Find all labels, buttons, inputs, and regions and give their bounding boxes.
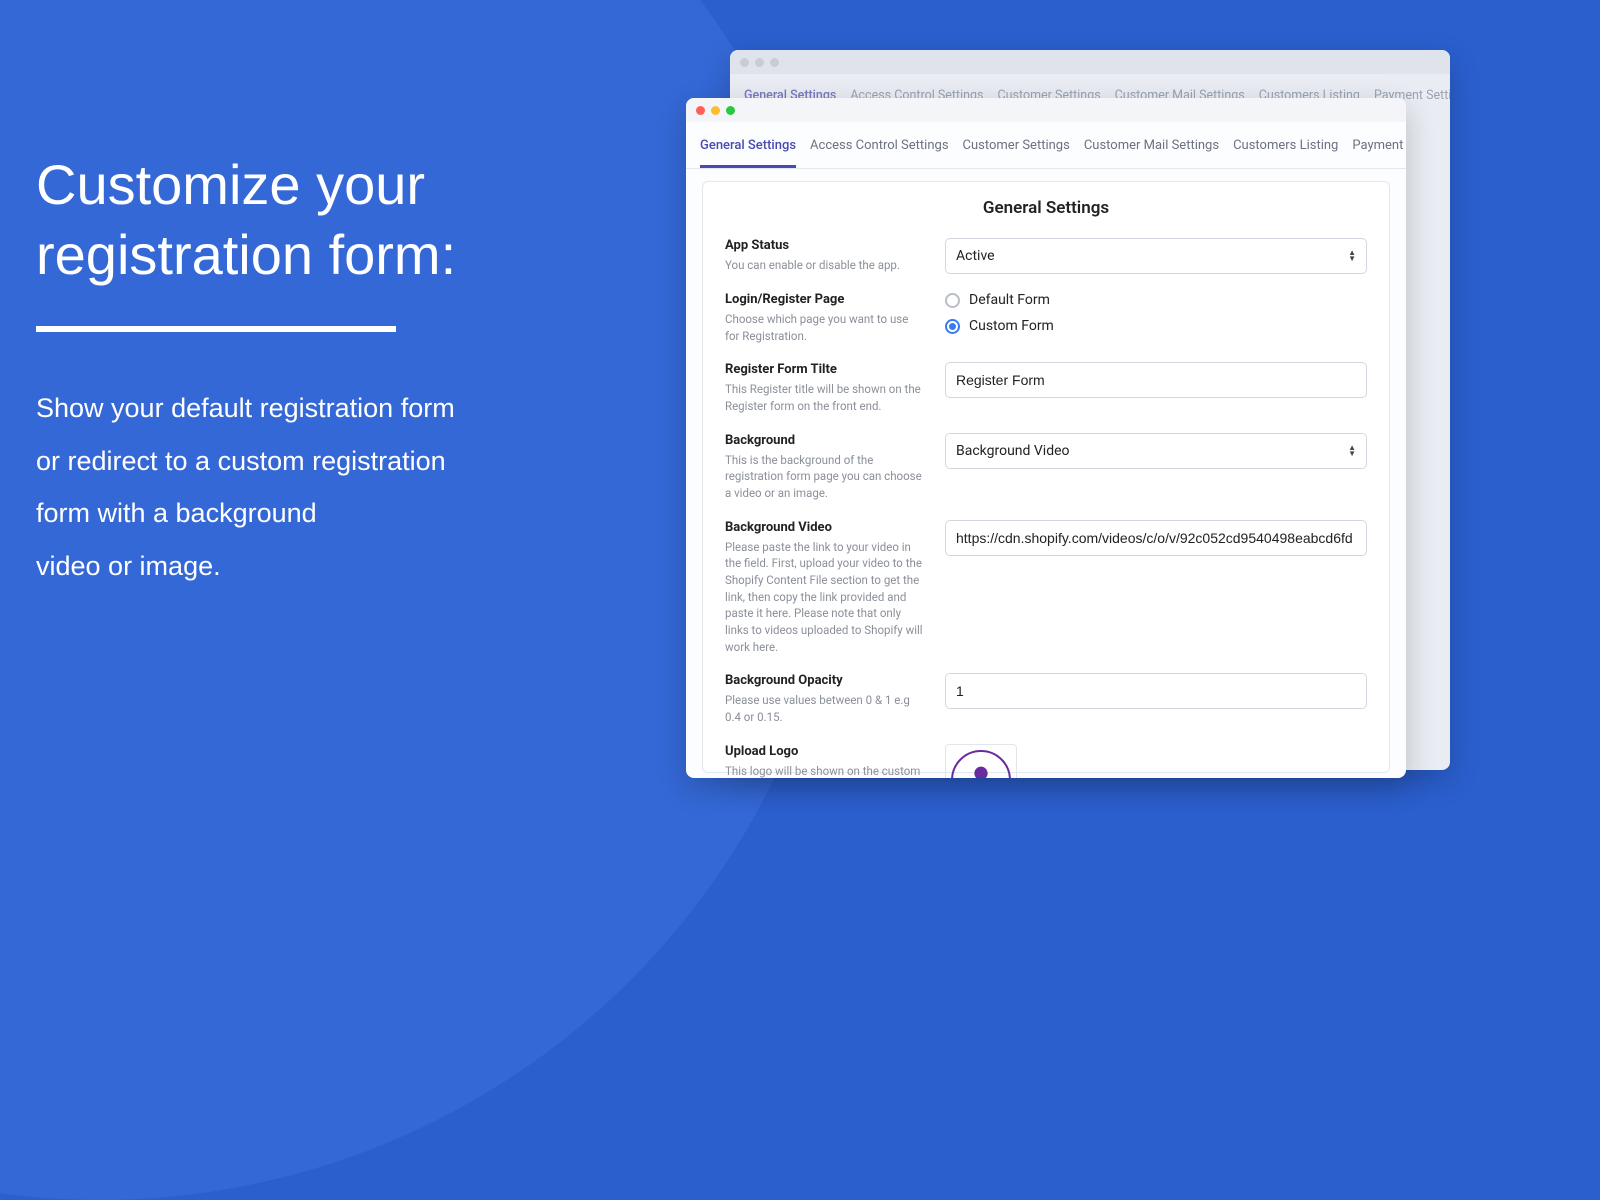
- traffic-light-close-icon[interactable]: [696, 106, 705, 115]
- tabs: General Settings Access Control Settings…: [686, 122, 1406, 169]
- settings-card: General Settings App Status You can enab…: [702, 181, 1390, 773]
- background-hint: This is the background of the registrati…: [725, 452, 925, 502]
- promo-heading: Customize your registration form:: [36, 150, 456, 290]
- promo-panel: Customize your registration form: Show y…: [36, 150, 456, 593]
- traffic-light-min-icon: [755, 58, 764, 67]
- tab-customer-mail[interactable]: Customer Mail Settings: [1084, 138, 1219, 168]
- bg-video-label: Background Video: [725, 520, 925, 535]
- promo-body: Show your default registration form or r…: [36, 382, 456, 593]
- form-title-hint: This Register title will be shown on the…: [725, 381, 925, 414]
- bg-opacity-hint: Please use values between 0 & 1 e.g 0.4 …: [725, 692, 925, 725]
- radio-custom-form[interactable]: Custom Form: [945, 318, 1367, 334]
- background-label: Background: [725, 433, 925, 448]
- login-register-label: Login/Register Page: [725, 292, 925, 307]
- radio-default-form[interactable]: Default Form: [945, 292, 1367, 308]
- tab-customer-settings[interactable]: Customer Settings: [963, 138, 1070, 168]
- select-chevron-icon: ▲▼: [1348, 445, 1356, 456]
- avatar-icon: [961, 760, 1001, 778]
- traffic-light-max-icon[interactable]: [726, 106, 735, 115]
- promo-divider: [36, 326, 396, 332]
- form-title-input[interactable]: [945, 362, 1367, 398]
- bg-video-hint: Please paste the link to your video in t…: [725, 539, 925, 656]
- login-register-hint: Choose which page you want to use for Re…: [725, 311, 925, 344]
- app-status-select[interactable]: Active ▲▼: [945, 238, 1367, 274]
- tab-general-settings[interactable]: General Settings: [700, 138, 796, 168]
- logo-preview: [945, 744, 1017, 778]
- traffic-light-max-icon: [770, 58, 779, 67]
- traffic-light-close-icon: [740, 58, 749, 67]
- upload-logo-label: Upload Logo: [725, 744, 925, 759]
- bg-opacity-label: Background Opacity: [725, 673, 925, 688]
- app-status-value: Active: [956, 248, 995, 264]
- titlebar-back: [730, 50, 1450, 74]
- upload-logo-hint: This logo will be shown on the custom re…: [725, 763, 925, 778]
- tab-payment-settings[interactable]: Payment Settings: [1352, 138, 1406, 168]
- form-title-label: Register Form Tilte: [725, 362, 925, 377]
- tab-access-control[interactable]: Access Control Settings: [810, 138, 948, 168]
- radio-custom-label: Custom Form: [969, 318, 1054, 334]
- select-chevron-icon: ▲▼: [1348, 250, 1356, 261]
- titlebar: [686, 98, 1406, 122]
- radio-icon: [945, 319, 960, 334]
- traffic-light-min-icon[interactable]: [711, 106, 720, 115]
- radio-icon: [945, 293, 960, 308]
- tab-customers-listing[interactable]: Customers Listing: [1233, 138, 1338, 168]
- app-status-hint: You can enable or disable the app.: [725, 257, 925, 274]
- radio-default-label: Default Form: [969, 292, 1050, 308]
- app-status-label: App Status: [725, 238, 925, 253]
- background-value: Background Video: [956, 443, 1070, 459]
- bg-opacity-input[interactable]: [945, 673, 1367, 709]
- settings-window: General Settings Access Control Settings…: [686, 98, 1406, 778]
- bg-video-input[interactable]: [945, 520, 1367, 556]
- background-select[interactable]: Background Video ▲▼: [945, 433, 1367, 469]
- panel-title: General Settings: [725, 198, 1367, 218]
